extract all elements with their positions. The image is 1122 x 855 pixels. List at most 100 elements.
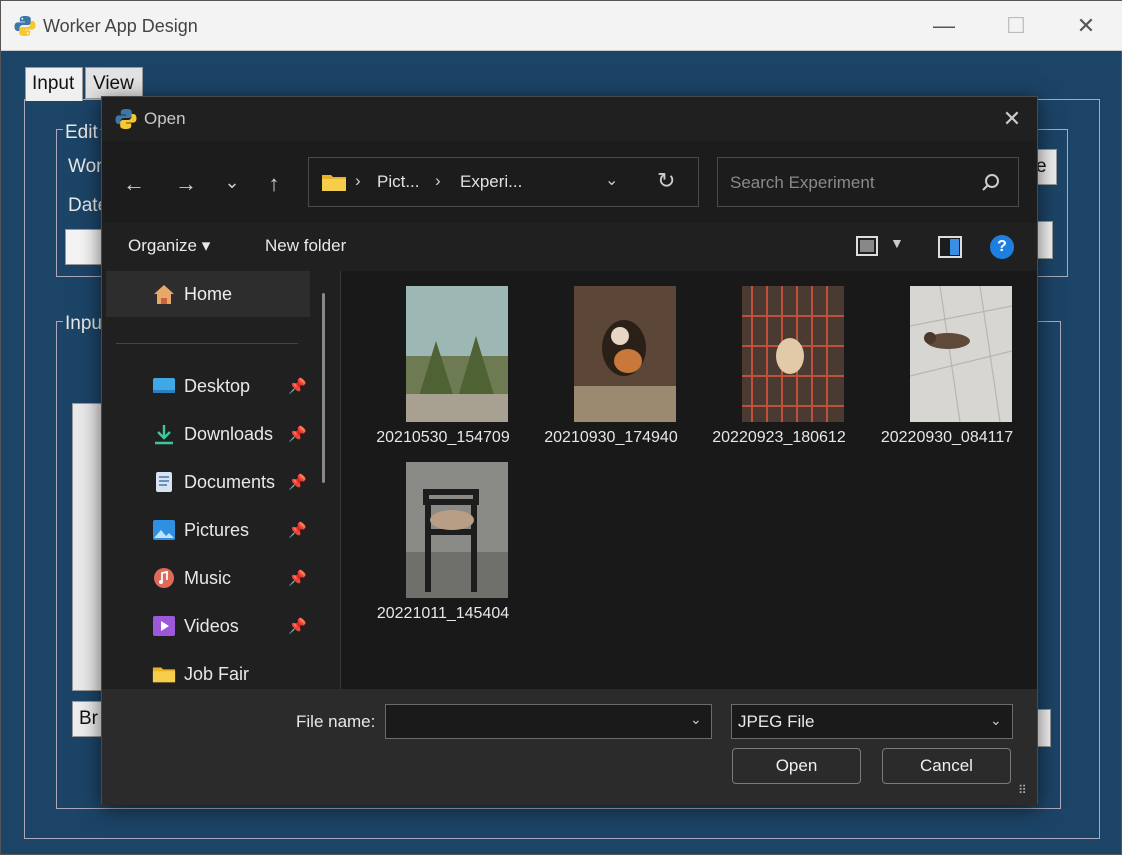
new-folder-button[interactable]: New folder [265, 236, 346, 256]
pin-icon[interactable]: 📌 [288, 473, 307, 491]
up-arrow-icon[interactable]: ↑ [258, 171, 290, 199]
dialog-title-bar: Open ✕ [102, 97, 1037, 141]
maximize-button[interactable]: ☐ [981, 1, 1051, 51]
sidebar-item-desktop[interactable]: Desktop 📌 [102, 367, 340, 407]
file-list: 20210530_154709 20210930_174940 20220923… [341, 271, 1037, 689]
edit-group-label: Edit [63, 122, 100, 144]
change-view-icon[interactable] [856, 236, 878, 256]
home-icon [154, 285, 174, 304]
navigation-bar: ← → ⌄ ↑ › Pict... › Experi... ⌄ ↻ Search… [102, 141, 1037, 223]
file-name: 20221011_145404 [376, 605, 510, 622]
dialog-title: Open [144, 109, 186, 128]
app-title: Worker App Design [43, 16, 198, 36]
breadcrumb-experiment[interactable]: Experi... [460, 172, 522, 192]
folder-icon [322, 175, 346, 191]
sidebar-item-job-fair[interactable]: Job Fair [102, 655, 340, 689]
dialog-footer: File name: ⌄ JPEG File ⌄ Open Cancel ⠿ [102, 689, 1037, 805]
file-item[interactable]: 20220930_084117 [863, 271, 1031, 446]
file-item[interactable]: 20210930_174940 [527, 271, 695, 446]
sidebar-item-home[interactable]: Home [106, 271, 310, 317]
pin-icon[interactable]: 📌 [288, 617, 307, 635]
navigation-pane: Home Desktop 📌 Downloads 📌 Documents 📌 P… [102, 271, 340, 689]
sidebar-item-label: Documents [184, 472, 276, 492]
preview-pane-icon[interactable] [938, 236, 962, 258]
sidebar-item-label: Downloads [184, 424, 274, 444]
file-type-select[interactable]: JPEG File ⌄ [731, 704, 1013, 739]
image-preview-area [72, 403, 104, 691]
sidebar-item-videos[interactable]: Videos 📌 [102, 607, 340, 647]
file-type-value: JPEG File [738, 712, 815, 731]
address-dropdown-chevron-icon[interactable]: ⌄ [605, 170, 625, 190]
music-icon [154, 568, 174, 588]
folder-icon [152, 667, 176, 683]
cancel-button[interactable]: Cancel [882, 748, 1011, 784]
file-item[interactable]: 20221011_145404 [359, 447, 527, 622]
file-name: 20210530_154709 [376, 429, 510, 446]
sidebar-item-downloads[interactable]: Downloads 📌 [102, 415, 340, 455]
file-name-label: File name: [296, 712, 376, 731]
input-group-label: Inpu [63, 313, 104, 335]
app-close-button[interactable]: ✕ [1051, 1, 1121, 51]
refresh-icon[interactable]: ↻ [657, 168, 681, 194]
search-placeholder: Search Experiment [730, 173, 875, 192]
sidebar-item-music[interactable]: Music 📌 [102, 559, 340, 599]
file-name-dropdown-icon[interactable]: ⌄ [690, 711, 702, 728]
sidebar-divider [116, 343, 298, 344]
tab-view[interactable]: View [85, 67, 143, 99]
desktop-icon [153, 378, 175, 393]
file-name: 20210930_174940 [544, 429, 678, 446]
sidebar-item-pictures[interactable]: Pictures 📌 [102, 511, 340, 551]
pictures-icon [153, 520, 175, 540]
breadcrumb-pictures[interactable]: Pict... [377, 172, 420, 192]
tab-input[interactable]: Input [25, 67, 83, 101]
sidebar-item-documents[interactable]: Documents 📌 [102, 463, 340, 503]
address-bar[interactable]: › Pict... › Experi... ⌄ ↻ [308, 157, 699, 207]
dialog-close-button[interactable]: ✕ [998, 105, 1026, 133]
image-thumbnail [406, 286, 508, 422]
python-logo-icon [14, 16, 36, 36]
file-name: 20220930_084117 [880, 429, 1014, 446]
forward-arrow-icon[interactable]: → [170, 171, 202, 199]
sidebar-item-label: Job Fair [184, 664, 250, 684]
image-thumbnail [910, 286, 1012, 422]
minimize-button[interactable]: — [909, 1, 979, 51]
search-icon [982, 174, 999, 191]
resize-grip-icon[interactable]: ⠿ [1018, 783, 1027, 797]
pin-icon[interactable]: 📌 [288, 521, 307, 539]
image-thumbnail [574, 286, 676, 422]
chevron-down-icon: ⌄ [990, 712, 1002, 728]
sidebar-item-label: Desktop [184, 376, 251, 396]
app-title-bar: Worker App Design — ☐ ✕ [1, 1, 1122, 51]
file-item[interactable]: 20210530_154709 [359, 271, 527, 446]
sidebar-item-label: Videos [184, 616, 239, 636]
pin-icon[interactable]: 📌 [288, 569, 307, 587]
organize-menu-button[interactable]: Organize ▾ [128, 236, 210, 256]
recent-locations-chevron-icon[interactable]: ⌄ [216, 169, 248, 197]
sidebar-item-label: Pictures [184, 520, 250, 540]
breadcrumb-separator: › [435, 171, 441, 190]
document-icon [156, 472, 172, 492]
open-button[interactable]: Open [732, 748, 861, 784]
back-arrow-icon[interactable]: ← [118, 171, 150, 199]
image-thumbnail [742, 286, 844, 422]
sidebar-item-label: Home [184, 284, 233, 304]
breadcrumb-separator: › [355, 171, 361, 190]
command-bar: Organize ▾ New folder ▼ ? [102, 223, 1037, 271]
sidebar-item-label: Music [184, 568, 232, 588]
image-thumbnail [406, 462, 508, 598]
file-item[interactable]: 20220923_180612 [695, 271, 863, 446]
background-input-box[interactable] [65, 229, 105, 265]
worker-label: Wor [68, 156, 103, 177]
help-icon[interactable]: ? [990, 235, 1014, 259]
search-input[interactable]: Search Experiment [717, 157, 1019, 207]
background-right-box[interactable] [1037, 221, 1053, 259]
open-file-dialog: Open ✕ ← → ⌄ ↑ › Pict... › Experi... ⌄ ↻… [101, 96, 1038, 805]
file-name: 20220923_180612 [712, 429, 846, 446]
file-name-input[interactable] [385, 704, 712, 739]
video-icon [153, 616, 175, 636]
pin-icon[interactable]: 📌 [288, 377, 307, 395]
download-icon [155, 425, 173, 445]
pin-icon[interactable]: 📌 [288, 425, 307, 443]
view-dropdown-icon[interactable]: ▼ [890, 235, 904, 251]
python-logo-icon [115, 109, 137, 129]
